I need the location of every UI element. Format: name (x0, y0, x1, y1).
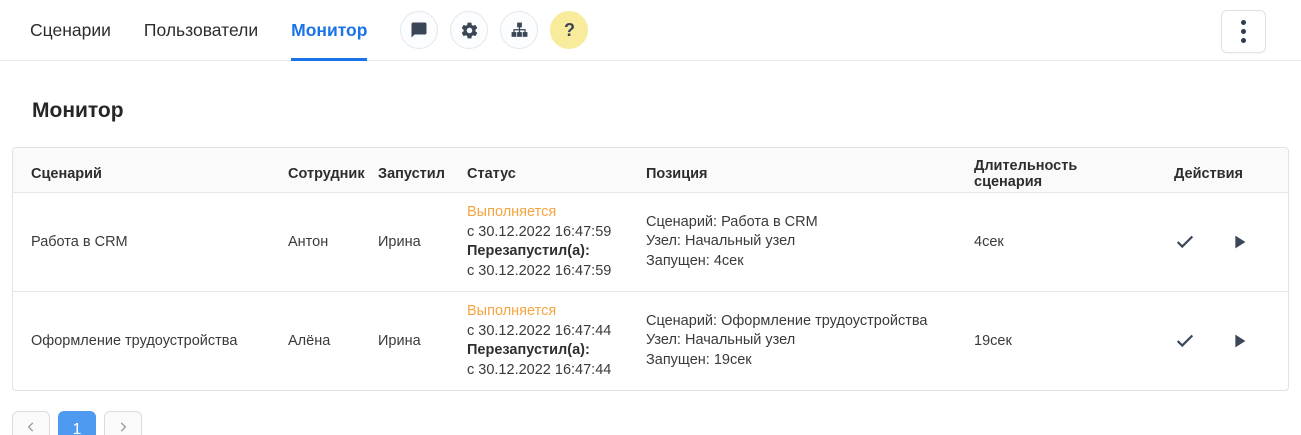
more-options-button[interactable] (1221, 10, 1266, 53)
actions-cell (1156, 193, 1288, 291)
scenario-name: Оформление трудоустройства (13, 292, 270, 390)
prev-page-button[interactable] (12, 411, 50, 435)
kebab-menu-icon (1241, 20, 1246, 43)
sitemap-icon (510, 21, 529, 40)
table-row: Работа в CRM Антон Ирина Выполняется с 3… (13, 193, 1288, 291)
duration-cell: 19сек (956, 292, 1156, 390)
help-button[interactable]: ? (550, 11, 588, 49)
status-restarted-label: Перезапустил(а): (467, 341, 590, 361)
check-icon[interactable] (1174, 231, 1196, 253)
duration-cell: 4сек (956, 193, 1156, 291)
chat-button[interactable] (400, 11, 438, 49)
status-state: Выполняется (467, 203, 556, 223)
status-restarted-label: Перезапустил(а): (467, 242, 590, 262)
pagination: 1 (12, 411, 1301, 435)
next-page-button[interactable] (104, 411, 142, 435)
table-row: Оформление трудоустройства Алёна Ирина В… (13, 291, 1288, 390)
play-icon[interactable] (1228, 330, 1250, 352)
table-header-row: Сценарий Сотрудник Запустил Статус Позиц… (13, 148, 1288, 193)
position-running: Запущен: 19сек (646, 351, 752, 371)
tab-users[interactable]: Пользователи (144, 0, 258, 61)
position-cell: Сценарий: Оформление трудоустройства Узе… (628, 292, 956, 390)
position-cell: Сценарий: Работа в CRM Узел: Начальный у… (628, 193, 956, 291)
chat-icon (410, 21, 428, 39)
status-restarted-at: с 30.12.2022 16:47:44 (467, 361, 611, 381)
status-state: Выполняется (467, 302, 556, 322)
tab-monitor[interactable]: Монитор (291, 0, 367, 61)
scenario-name: Работа в CRM (13, 193, 270, 291)
chevron-right-icon (116, 420, 130, 435)
employee-name: Алёна (270, 292, 360, 390)
position-running: Запущен: 4сек (646, 252, 744, 272)
help-icon: ? (564, 20, 575, 41)
status-restarted-at: с 30.12.2022 16:47:59 (467, 262, 611, 282)
top-navigation-bar: Сценарии Пользователи Монитор ? (0, 0, 1301, 61)
actions-cell (1156, 292, 1288, 390)
sitemap-button[interactable] (500, 11, 538, 49)
employee-name: Антон (270, 193, 360, 291)
chevron-left-icon (24, 420, 38, 435)
status-since: с 30.12.2022 16:47:44 (467, 322, 611, 342)
gear-icon (460, 21, 479, 40)
tab-scenarios[interactable]: Сценарии (30, 0, 111, 61)
page-number-button[interactable]: 1 (58, 411, 96, 435)
position-node: Узел: Начальный узел (646, 331, 795, 351)
page-title: Монитор (32, 99, 1301, 123)
play-icon[interactable] (1228, 231, 1250, 253)
status-cell: Выполняется с 30.12.2022 16:47:59 Переза… (449, 193, 628, 291)
check-icon[interactable] (1174, 330, 1196, 352)
position-scenario: Сценарий: Работа в CRM (646, 213, 818, 233)
status-since: с 30.12.2022 16:47:59 (467, 223, 611, 243)
status-cell: Выполняется с 30.12.2022 16:47:44 Переза… (449, 292, 628, 390)
position-scenario: Сценарий: Оформление трудоустройства (646, 312, 927, 332)
started-by-name: Ирина (360, 193, 449, 291)
started-by-name: Ирина (360, 292, 449, 390)
monitor-table: Сценарий Сотрудник Запустил Статус Позиц… (12, 147, 1289, 391)
settings-button[interactable] (450, 11, 488, 49)
position-node: Узел: Начальный узел (646, 232, 795, 252)
